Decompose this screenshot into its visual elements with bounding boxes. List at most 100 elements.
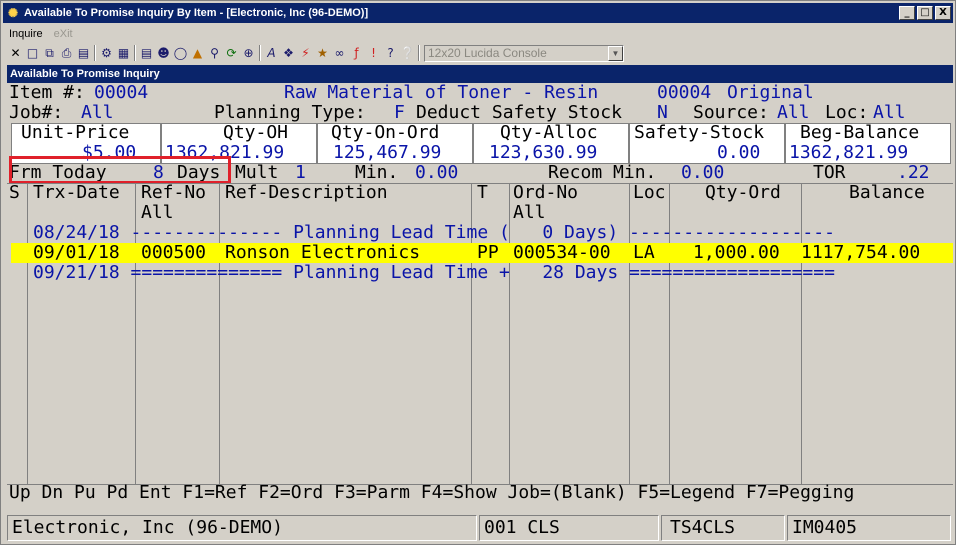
status-code: 001 CLS (479, 515, 659, 541)
row-balance[interactable]: 1117,754.00 (801, 243, 920, 263)
link-icon[interactable]: ∞ (331, 45, 348, 62)
row-qty-ord[interactable]: 1,000.00 (693, 243, 780, 263)
col-trx-date-header[interactable]: Trx-Date (33, 183, 120, 203)
chevron-down-icon[interactable]: ▼ (608, 45, 623, 61)
row-ref-description[interactable]: Ronson Electronics (225, 243, 420, 263)
select-icon[interactable]: □ (24, 45, 41, 62)
toolbar: ✕ □ ⧉ ⎙ ▤ ⚙ ▦ ▤ ☻ ◯ ▲ ⚲ ⟳ ⊕ A ❖ ⚡ ★ ∞ ƒ … (3, 43, 953, 63)
zoom-icon[interactable]: ⊕ (240, 45, 257, 62)
col-s-header: S (9, 182, 20, 203)
col-balance-header[interactable]: Balance (849, 183, 925, 203)
table-row-lead-time-start[interactable]: 08/24/18 -------------- Planning Lead Ti… (33, 223, 835, 243)
loc-value[interactable]: All (873, 103, 906, 123)
function-key-bar[interactable]: Up Dn Pu Pd Ent F1=Ref F2=Ord F3=Parm F4… (9, 483, 854, 503)
qty-on-ord-header: Qty-On-Ord (331, 122, 440, 143)
col-loc-header[interactable]: Loc (633, 183, 666, 203)
loc-label: Loc: (825, 102, 869, 123)
menu-bar: Inquire eXit (3, 25, 953, 43)
deduct-safety-stock-value[interactable]: N (657, 103, 668, 123)
col-ord-no-header[interactable]: Ord-No (513, 183, 578, 203)
status-server: TS4CLS (661, 515, 785, 541)
safety-stock-value: 0.00 (717, 142, 761, 163)
qty-oh-header: Qty-OH (223, 122, 289, 143)
search-icon[interactable]: ⚲ (206, 45, 223, 62)
mult-label: Mult (235, 162, 279, 183)
min-label: Min. (355, 162, 399, 183)
qty-alloc-header: Qty-Alloc (500, 122, 598, 143)
panel-title: Available To Promise Inquiry (7, 65, 953, 83)
job-value[interactable]: All (81, 103, 114, 123)
chart-icon[interactable]: ▲ (189, 45, 206, 62)
title-bar[interactable]: ✺ Available To Promise Inquiry By Item -… (3, 3, 953, 23)
cursor-icon[interactable]: ❖ (280, 45, 297, 62)
qty-on-ord-value: 125,467.99 (333, 142, 442, 163)
status-company: Electronic, Inc (96-DEMO) (7, 515, 477, 541)
row-ord-no[interactable]: 000534-00 (513, 243, 611, 263)
planning-type-label: Planning Type: (214, 102, 366, 123)
item-status: Original (727, 82, 814, 103)
terminal-screen[interactable]: Item #: 00004 Raw Material of Toner - Re… (7, 83, 953, 485)
scheduler-icon[interactable]: ★ (314, 45, 331, 62)
print-icon[interactable]: ⎙ (58, 45, 75, 62)
font-select[interactable]: 12x20 Lucida Console ▼ (424, 44, 624, 62)
row-ref-no[interactable]: 000500 (141, 243, 206, 263)
status-bar: Electronic, Inc (96-DEMO) 001 CLS TS4CLS… (7, 515, 953, 543)
annotation-highlight-box (9, 156, 231, 184)
app-icon: ✺ (7, 6, 19, 20)
calculator-icon[interactable]: ▦ (115, 45, 132, 62)
col-ref-no-filter[interactable]: All (141, 203, 174, 223)
close-icon[interactable]: ✕ (7, 45, 24, 62)
maximize-button[interactable]: □ (917, 6, 933, 20)
refresh-icon[interactable]: ⟳ (223, 45, 240, 62)
job-label: Job#: (9, 102, 64, 123)
copy-icon[interactable]: ⧉ (41, 45, 58, 62)
item-description: Raw Material of Toner - Resin (284, 82, 599, 103)
col-ref-description-header[interactable]: Ref-Description (225, 183, 388, 203)
planning-type-value[interactable]: F (394, 103, 405, 123)
close-button[interactable]: X (935, 6, 951, 20)
tor-label: TOR (813, 162, 846, 183)
col-ord-no-filter[interactable]: All (513, 203, 546, 223)
item-number[interactable]: 00004 (94, 83, 148, 103)
min-value[interactable]: 0.00 (415, 163, 458, 183)
item-id: 00004 (657, 82, 712, 103)
binoculars-icon[interactable]: ◯ (172, 45, 189, 62)
col-t-header[interactable]: T (477, 183, 488, 203)
settings-icon[interactable]: ⚙ (98, 45, 115, 62)
application-window: ✺ Available To Promise Inquiry By Item -… (0, 0, 956, 545)
alert-icon[interactable]: ! (365, 45, 382, 62)
font-icon[interactable]: A (263, 45, 280, 62)
deduct-safety-stock-label: Deduct Safety Stock (416, 102, 622, 123)
menu-exit[interactable]: eXit (48, 28, 78, 40)
table-row-lead-time-end[interactable]: 09/21/18 ============== Planning Lead Ti… (33, 263, 835, 283)
item-label: Item #: (9, 82, 85, 103)
row-type[interactable]: PP (477, 243, 499, 263)
lightning-icon[interactable]: ⚡ (297, 45, 314, 62)
col-qty-ord-header[interactable]: Qty-Ord (705, 183, 781, 203)
user-lookup-icon[interactable]: ☻ (155, 45, 172, 62)
print-setup-icon[interactable]: ▤ (75, 45, 92, 62)
safety-stock-header: Safety-Stock (634, 122, 765, 143)
mult-value[interactable]: 1 (295, 163, 306, 183)
row-loc[interactable]: LA (633, 243, 655, 263)
qty-alloc-value: 123,630.99 (489, 142, 598, 163)
help-icon[interactable]: ? (382, 45, 399, 62)
unit-price-header: Unit-Price (21, 122, 130, 143)
status-program: IM0405 (787, 515, 951, 541)
row-trx-date[interactable]: 09/01/18 (33, 243, 120, 263)
beg-balance-header: Beg-Balance (800, 122, 920, 143)
recom-min-value: 0.00 (681, 162, 725, 183)
col-ref-no-header[interactable]: Ref-No (141, 183, 206, 203)
source-label: Source: (693, 102, 769, 123)
function-icon[interactable]: ƒ (348, 45, 365, 62)
recom-min-label: Recom Min. (548, 162, 657, 183)
beg-balance-value: 1362,821.99 (789, 142, 909, 163)
menu-inquire[interactable]: Inquire (3, 28, 48, 40)
window-title: Available To Promise Inquiry By Item - [… (24, 7, 369, 19)
font-select-value: 12x20 Lucida Console (428, 46, 547, 60)
minimize-button[interactable]: _ (899, 6, 915, 20)
notes-icon[interactable]: ▤ (138, 45, 155, 62)
source-value[interactable]: All (777, 103, 810, 123)
context-help-icon[interactable]: ❔ (399, 45, 416, 62)
tor-value: .22 (897, 162, 930, 183)
